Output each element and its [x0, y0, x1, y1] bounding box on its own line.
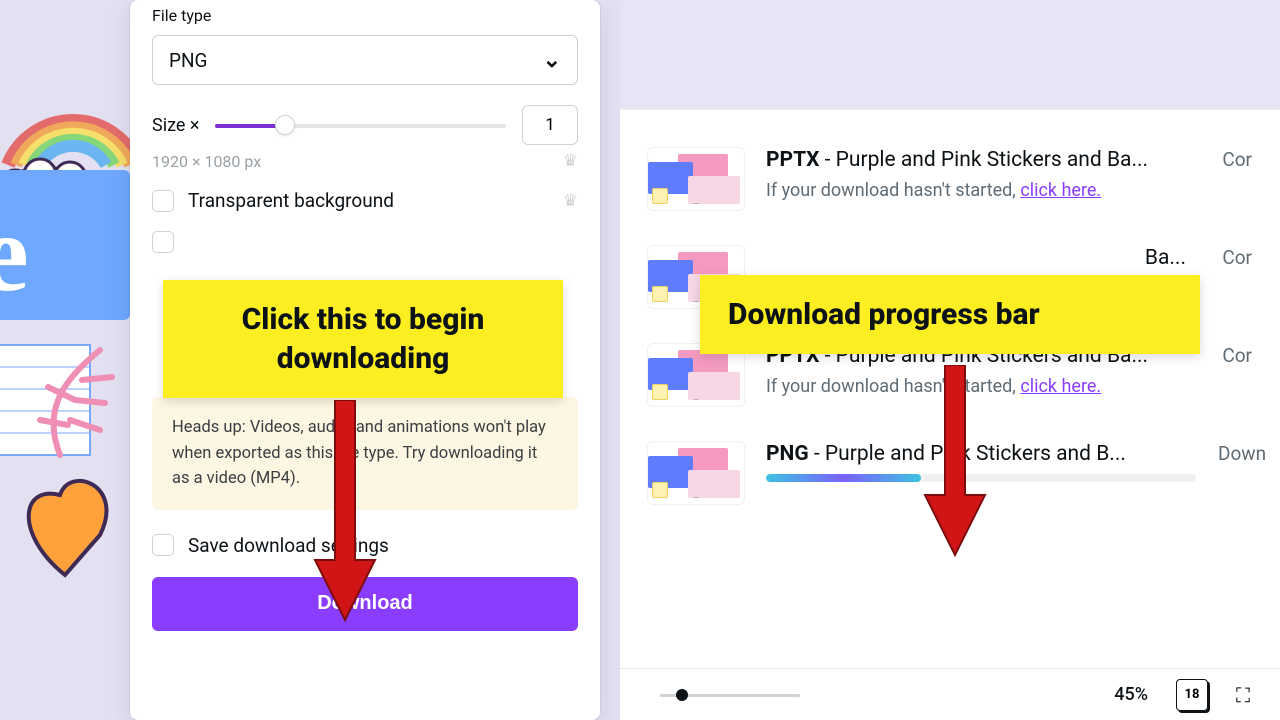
click-here-link[interactable]: click here. — [1020, 376, 1101, 397]
canvas-preview — [620, 0, 1280, 110]
page-count-badge[interactable]: 18 — [1176, 679, 1208, 711]
crown-icon: ♛ — [563, 191, 578, 211]
callout-left: Click this to begin downloading — [163, 280, 563, 398]
download-thumbnail: — — [648, 148, 744, 210]
file-type-select[interactable]: PNG ⌄ — [152, 35, 578, 85]
size-value-input[interactable]: 1 — [522, 105, 578, 145]
download-status: Cor — [1222, 148, 1252, 171]
bottom-toolbar: 45% 18 ⛶ — [620, 668, 1280, 720]
transparent-bg-checkbox[interactable] — [152, 190, 174, 212]
download-status: Cor — [1222, 246, 1252, 269]
callout-right: Download progress bar — [700, 275, 1200, 354]
dimensions-text: 1920 × 1080 px — [152, 152, 261, 171]
size-slider[interactable] — [215, 115, 506, 135]
download-subtext: If your download hasn't started, click h… — [766, 180, 1200, 201]
svg-text:e: e — [0, 192, 29, 314]
download-title: PPTX - Purple and Pink Stickers and Ba..… — [766, 148, 1186, 172]
compress-checkbox[interactable] — [152, 231, 174, 253]
chevron-down-icon: ⌄ — [543, 48, 561, 73]
click-here-link[interactable]: click here. — [1020, 180, 1101, 201]
transparent-bg-label: Transparent background — [188, 189, 394, 212]
download-status: Down — [1218, 442, 1266, 465]
download-title: Ba... — [766, 246, 1186, 270]
size-label: Size × — [152, 115, 199, 136]
slider-thumb-icon[interactable] — [275, 115, 295, 135]
file-type-value: PNG — [169, 49, 207, 72]
download-item: — PPTX - Purple and Pink Stickers and Ba… — [620, 130, 1280, 228]
download-thumbnail: — — [648, 442, 744, 504]
zoom-slider[interactable] — [660, 685, 800, 705]
download-status: Cor — [1222, 344, 1252, 367]
save-settings-checkbox[interactable] — [152, 534, 174, 556]
zoom-value: 45% — [1114, 684, 1148, 705]
file-type-label: File type — [152, 6, 578, 25]
downloads-panel: — PPTX - Purple and Pink Stickers and Ba… — [620, 0, 1280, 720]
arrow-down-icon — [920, 365, 990, 565]
arrow-down-icon — [310, 400, 380, 630]
fullscreen-icon[interactable]: ⛶ — [1236, 683, 1250, 707]
crown-icon: ♛ — [563, 151, 578, 171]
